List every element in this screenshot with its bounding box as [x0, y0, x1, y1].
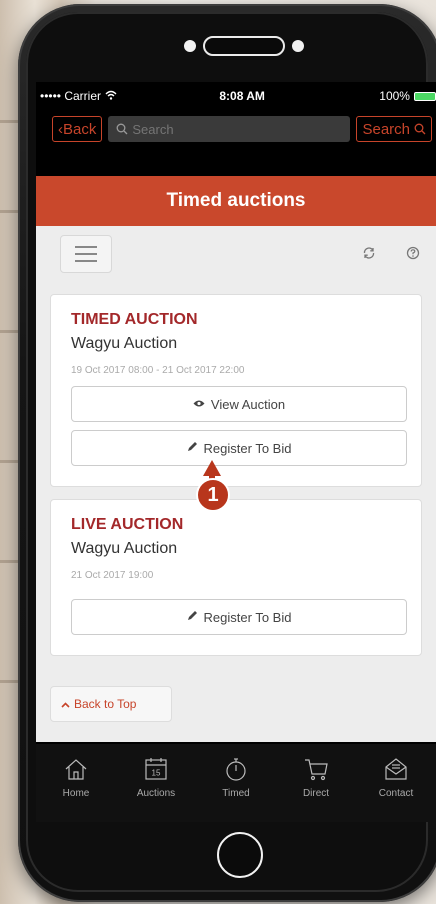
pencil-icon — [187, 610, 198, 624]
search-icon — [414, 123, 426, 135]
tab-home[interactable]: Home — [46, 756, 106, 799]
status-bar: ••••• Carrier 8:08 AM 100% — [36, 82, 436, 110]
chevron-up-icon — [61, 697, 70, 711]
status-time: 8:08 AM — [219, 89, 265, 103]
view-auction-button[interactable]: View Auction — [71, 386, 407, 422]
page-title: Timed auctions — [36, 176, 436, 226]
hamburger-menu-button[interactable] — [60, 235, 112, 273]
home-icon — [65, 759, 87, 780]
help-icon[interactable] — [406, 246, 420, 263]
mail-icon — [385, 758, 407, 780]
menu-line — [75, 246, 97, 248]
calendar-day: 15 — [152, 769, 161, 778]
phone-screen: ••••• Carrier 8:08 AM 100% ‹ Back Search… — [36, 82, 436, 822]
tab-label: Contact — [378, 788, 414, 799]
calendar-icon: 15 — [145, 758, 167, 780]
stopwatch-icon — [226, 758, 246, 781]
tab-label: Auctions — [136, 788, 176, 799]
register-to-bid-button[interactable]: Register To Bid — [71, 599, 407, 635]
carrier-label: ••••• Carrier — [40, 89, 102, 103]
register-to-bid-label: Register To Bid — [203, 440, 292, 456]
tab-label: Home — [62, 788, 90, 799]
menu-line — [75, 260, 97, 262]
tab-label: Direct — [302, 788, 330, 799]
front-camera — [292, 40, 304, 52]
battery-percent: 100% — [379, 89, 410, 103]
tab-direct[interactable]: Direct — [286, 756, 346, 799]
eye-icon — [193, 397, 205, 411]
tab-contact[interactable]: Contact — [366, 756, 426, 799]
tab-bar: Home 15 Auctions Timed Direct Contact — [36, 744, 436, 822]
auction-date: 21 Oct 2017 19:00 — [71, 570, 154, 581]
tab-label: Timed — [222, 788, 250, 799]
search-icon — [116, 123, 128, 135]
back-to-top-label: Back to Top — [74, 697, 137, 711]
speaker-grill — [203, 36, 285, 56]
pencil-icon — [187, 441, 198, 455]
tab-auctions[interactable]: 15 Auctions — [126, 756, 186, 799]
auction-type: LIVE AUCTION — [71, 516, 184, 533]
auction-card: LIVE AUCTION Wagyu Auction 21 Oct 2017 1… — [50, 499, 422, 656]
toolbar — [36, 226, 436, 282]
back-button-label: Back — [63, 120, 97, 138]
nav-bar: ‹ Back Search — [36, 110, 436, 148]
search-input[interactable] — [132, 121, 293, 137]
auction-type: TIMED AUCTION — [71, 311, 198, 328]
back-to-top-button[interactable]: Back to Top — [50, 686, 172, 722]
back-button[interactable]: ‹ Back — [52, 116, 103, 142]
auction-card: TIMED AUCTION Wagyu Auction 19 Oct 2017 … — [50, 294, 422, 487]
register-to-bid-button[interactable]: Register To Bid — [71, 430, 407, 466]
search-button-label: Search — [362, 120, 410, 138]
home-button[interactable] — [217, 832, 263, 878]
app-content: Timed auctions TIMED AUCTION Wagyu Aucti… — [36, 176, 436, 742]
menu-line — [75, 253, 97, 255]
search-field[interactable] — [108, 116, 351, 142]
register-to-bid-label: Register To Bid — [203, 609, 292, 625]
cart-icon — [305, 759, 328, 781]
view-auction-label: View Auction — [210, 396, 286, 412]
refresh-icon[interactable] — [362, 246, 376, 263]
battery-icon — [413, 91, 436, 101]
auction-title: Wagyu Auction — [71, 540, 178, 557]
wifi-icon — [105, 89, 117, 103]
sensor-dot — [184, 40, 196, 52]
auction-date: 19 Oct 2017 08:00 - 21 Oct 2017 22:00 — [71, 365, 245, 376]
callout-badge: 1 — [196, 478, 230, 512]
search-button[interactable]: Search — [356, 116, 432, 142]
tab-timed[interactable]: Timed — [206, 756, 266, 799]
auction-title: Wagyu Auction — [71, 335, 178, 352]
